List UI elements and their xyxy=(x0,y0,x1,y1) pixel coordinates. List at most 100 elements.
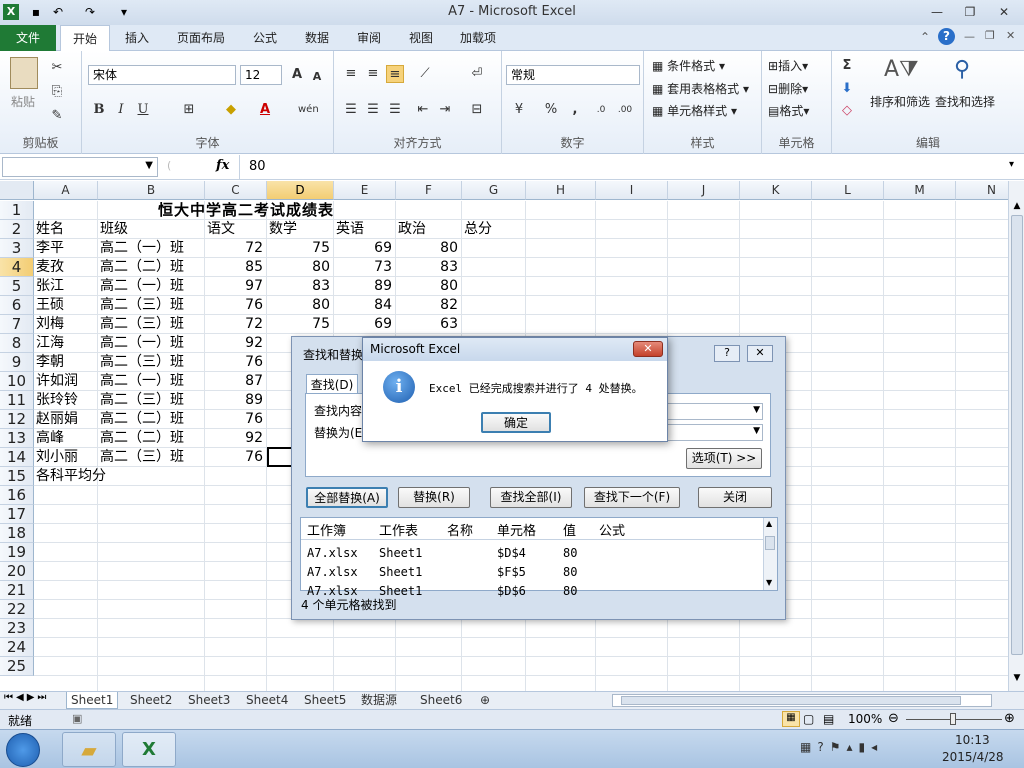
font-color-icon[interactable]: A xyxy=(256,101,274,119)
align-center-icon[interactable]: ☰ xyxy=(364,101,382,119)
row-header-23[interactable]: 23 xyxy=(0,619,34,638)
binoculars-icon[interactable]: ⚲ xyxy=(954,57,970,82)
cell-D3[interactable]: 75 xyxy=(269,239,333,258)
zoom-level[interactable]: 100% xyxy=(848,712,882,726)
cell-A7[interactable]: 刘梅 xyxy=(36,315,97,334)
cell-D2[interactable]: 数学 xyxy=(269,220,333,239)
column-header-J[interactable]: J xyxy=(668,181,740,200)
cell-A9[interactable]: 李朝 xyxy=(36,353,97,372)
comma-icon[interactable]: , xyxy=(566,101,584,119)
select-all-corner[interactable] xyxy=(0,181,34,200)
column-header-I[interactable]: I xyxy=(596,181,668,200)
col-formula[interactable]: 公式 xyxy=(599,520,625,539)
replace-all-button[interactable]: 全部替换(A) xyxy=(306,487,388,508)
row-header-18[interactable]: 18 xyxy=(0,524,34,543)
conditional-format-button[interactable]: ▦ 条件格式 ▾ xyxy=(652,57,725,74)
formula-cancel-icon[interactable]: ( xyxy=(167,159,171,172)
cell-A8[interactable]: 江海 xyxy=(36,334,97,353)
row-header-16[interactable]: 16 xyxy=(0,486,34,505)
sheet-tab-sheet6[interactable]: Sheet6 xyxy=(416,692,466,709)
column-header-A[interactable]: A xyxy=(34,181,98,200)
column-header-E[interactable]: E xyxy=(334,181,396,200)
row-header-5[interactable]: 5 xyxy=(0,277,34,296)
ribbon-collapse-icon[interactable]: ⌃ xyxy=(920,30,930,44)
cell-B13[interactable]: 高二（二）班 xyxy=(100,429,210,448)
sheet-tab-datasource[interactable]: 数据源 xyxy=(357,692,401,709)
column-header-N[interactable]: N xyxy=(956,181,1008,200)
autosum-icon[interactable]: Σ xyxy=(838,57,856,75)
close-icon[interactable]: ✕ xyxy=(992,2,1016,22)
row-header-22[interactable]: 22 xyxy=(0,600,34,619)
cell-D6[interactable]: 80 xyxy=(269,296,333,315)
column-header-M[interactable]: M xyxy=(884,181,956,200)
tab-view[interactable]: 视图 xyxy=(397,25,445,51)
cell-C7[interactable]: 72 xyxy=(207,315,266,334)
cell-C2[interactable]: 语文 xyxy=(207,220,266,239)
sort-filter-icon[interactable]: A⧩ xyxy=(884,57,919,82)
result-row[interactable]: A7.xlsx Sheet1 $F$5 80 xyxy=(301,563,761,582)
cell-A13[interactable]: 高峰 xyxy=(36,429,97,448)
cell-C8[interactable]: 92 xyxy=(207,334,266,353)
cell-C12[interactable]: 76 xyxy=(207,410,266,429)
row-header-10[interactable]: 10 xyxy=(0,372,34,391)
page-break-view-icon[interactable]: ▤ xyxy=(823,712,834,726)
row-header-6[interactable]: 6 xyxy=(0,296,34,315)
tab-review[interactable]: 审阅 xyxy=(345,25,393,51)
cell-E4[interactable]: 73 xyxy=(336,258,395,277)
format-cells-button[interactable]: ▤格式▾ xyxy=(768,102,809,119)
expand-formula-icon[interactable]: ▾ xyxy=(1009,159,1014,170)
cell-A3[interactable]: 李平 xyxy=(36,239,97,258)
scroll-up-icon[interactable]: ▲ xyxy=(1011,201,1023,213)
dropdown-icon[interactable]: ▼ xyxy=(753,426,760,436)
cell-C3[interactable]: 72 xyxy=(207,239,266,258)
help-icon[interactable]: ? xyxy=(714,345,740,362)
tab-home[interactable]: 开始 xyxy=(60,25,111,52)
col-name[interactable]: 名称 xyxy=(447,520,473,539)
tab-data[interactable]: 数据 xyxy=(293,25,341,51)
cell-B1[interactable]: 恒大中学高二考试成绩表 xyxy=(158,201,458,220)
cell-A5[interactable]: 张江 xyxy=(36,277,97,296)
results-scrollbar[interactable]: ▲ ▼ xyxy=(763,518,777,590)
row-header-15[interactable]: 15 xyxy=(0,467,34,486)
cut-icon[interactable]: ✂ xyxy=(48,59,66,77)
find-all-button[interactable]: 查找全部(I) xyxy=(490,487,572,508)
font-size-combo[interactable]: 12 xyxy=(240,65,282,85)
cell-A12[interactable]: 赵丽娟 xyxy=(36,410,97,429)
cell-A14[interactable]: 刘小丽 xyxy=(36,448,97,467)
cell-B8[interactable]: 高二（一）班 xyxy=(100,334,210,353)
row-header-2[interactable]: 2 xyxy=(0,220,34,239)
restore-icon[interactable]: ❐ xyxy=(958,2,982,22)
result-row[interactable]: A7.xlsx Sheet1 $D$4 80 xyxy=(301,544,761,563)
row-header-11[interactable]: 11 xyxy=(0,391,34,410)
align-bottom-icon[interactable]: ≡ xyxy=(386,65,404,83)
format-as-table-button[interactable]: ▦ 套用表格格式 ▾ xyxy=(652,80,749,97)
sheet-tab-sheet2[interactable]: Sheet2 xyxy=(126,692,176,709)
cell-styles-button[interactable]: ▦ 单元格样式 ▾ xyxy=(652,102,737,119)
cell-B3[interactable]: 高二（一）班 xyxy=(100,239,210,258)
cell-B4[interactable]: 高二（二）班 xyxy=(100,258,210,277)
column-header-B[interactable]: B xyxy=(98,181,205,200)
cell-C6[interactable]: 76 xyxy=(207,296,266,315)
cell-B9[interactable]: 高二（三）班 xyxy=(100,353,210,372)
scroll-down-icon[interactable]: ▼ xyxy=(766,578,772,587)
results-scroll-thumb[interactable] xyxy=(765,536,775,550)
row-header-8[interactable]: 8 xyxy=(0,334,34,353)
cell-E7[interactable]: 69 xyxy=(336,315,395,334)
macro-record-icon[interactable]: ▣ xyxy=(72,712,82,725)
underline-icon[interactable]: U xyxy=(134,101,152,119)
cell-C13[interactable]: 92 xyxy=(207,429,266,448)
doc-minimize-icon[interactable]: — xyxy=(964,30,975,43)
font-name-combo[interactable]: 宋体 xyxy=(88,65,236,85)
cell-C9[interactable]: 76 xyxy=(207,353,266,372)
find-what-input[interactable]: ▼ xyxy=(658,403,763,420)
cell-E2[interactable]: 英语 xyxy=(336,220,395,239)
sheet-tab-sheet5[interactable]: Sheet5 xyxy=(300,692,350,709)
zoom-out-icon[interactable]: ⊖ xyxy=(888,711,899,726)
doc-close-icon[interactable]: ✕ xyxy=(1006,29,1015,42)
cell-A4[interactable]: 麦孜 xyxy=(36,258,97,277)
number-format-combo[interactable]: 常规 xyxy=(506,65,640,85)
orientation-icon[interactable]: ⟋ xyxy=(416,65,434,83)
results-list[interactable]: 工作簿 工作表 名称 单元格 值 公式 A7.xlsx Sheet1 $D$4 80 A… xyxy=(300,517,778,598)
cell-E6[interactable]: 84 xyxy=(336,296,395,315)
cell-F2[interactable]: 政治 xyxy=(398,220,461,239)
